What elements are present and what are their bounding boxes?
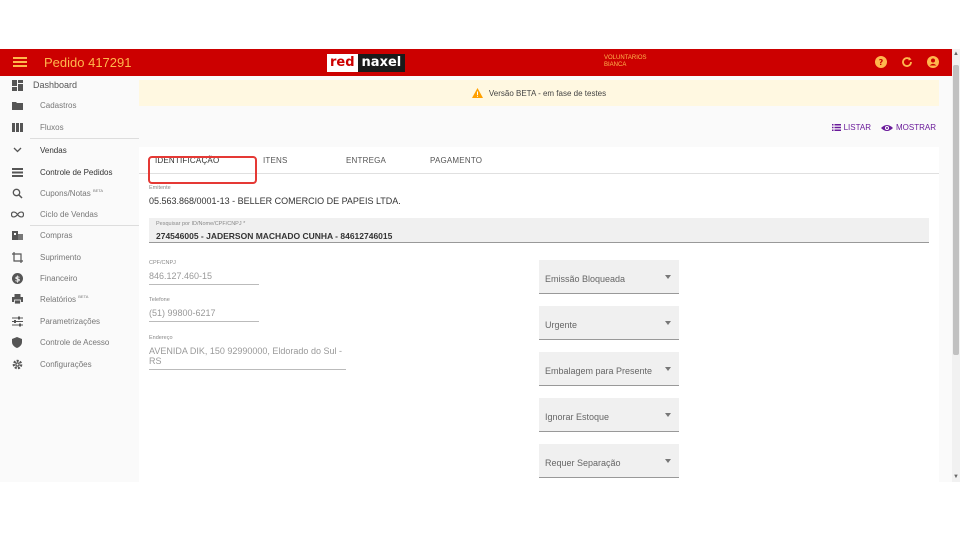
folder-icon — [10, 98, 24, 112]
tab-itens[interactable]: ITENS — [263, 156, 288, 165]
gear-icon — [10, 357, 24, 371]
crop-icon — [10, 250, 24, 264]
account-icon[interactable] — [926, 55, 940, 69]
sidebar-item-parametrizacoes[interactable]: Parametrizações — [0, 312, 139, 330]
user-info: VOLUNTARIOS BIANCA — [604, 55, 647, 68]
refresh-icon[interactable] — [900, 55, 914, 69]
list-button[interactable]: LISTAR — [831, 123, 871, 132]
sidebar: Dashboard Cadastros Fluxos Vendas Contro… — [0, 76, 139, 482]
app-logo: red naxel — [327, 54, 406, 72]
gift-wrap-select[interactable]: Embalagem para Presente — [539, 352, 679, 386]
columns-icon — [10, 120, 24, 134]
emission-blocked-select[interactable]: Emissão Bloqueada — [539, 260, 679, 294]
svg-text:?: ? — [879, 58, 884, 67]
address-field: AVENIDA DIK, 150 92990000, Eldorado do S… — [149, 346, 342, 366]
urgent-select[interactable]: Urgente — [539, 306, 679, 340]
scrollbar[interactable]: ▲ ▼ — [952, 49, 960, 482]
divider — [30, 138, 139, 139]
ignore-stock-select[interactable]: Ignorar Estoque — [539, 398, 679, 432]
app-window: Pedido 417291 red naxel VOLUNTARIOS BIANC… — [0, 49, 960, 482]
scroll-up-icon[interactable]: ▲ — [953, 51, 959, 57]
dropdown-caret-icon — [665, 367, 671, 371]
address-underline — [149, 369, 346, 370]
dashboard-icon — [10, 78, 24, 92]
top-icons: ? — [874, 55, 940, 69]
sidebar-item-vendas[interactable]: Vendas — [0, 141, 139, 159]
sidebar-item-ciclo-de-vendas[interactable]: Ciclo de Vendas — [0, 205, 139, 223]
sliders-icon — [10, 314, 24, 328]
sidebar-item-controle-de-acesso[interactable]: Controle de Acesso — [0, 333, 139, 351]
list-icon — [10, 165, 24, 179]
cpf-label: CPF/CNPJ — [149, 260, 176, 266]
emitente-label: Emitente — [149, 185, 171, 191]
tab-entrega[interactable]: ENTREGA — [346, 156, 386, 165]
sidebar-item-dashboard[interactable]: Dashboard — [0, 76, 139, 94]
address-label: Endereço — [149, 335, 173, 341]
dropdown-caret-icon — [665, 413, 671, 417]
show-button[interactable]: MOSTRAR — [881, 123, 936, 132]
cpf-field: 846.127.460-15 — [149, 271, 213, 281]
sidebar-item-compras[interactable]: Compras — [0, 226, 139, 244]
tab-highlight — [148, 156, 257, 184]
infinity-icon — [10, 207, 24, 221]
scroll-down-icon[interactable]: ▼ — [953, 474, 959, 480]
phone-label: Telefone — [149, 297, 170, 303]
cpf-underline — [149, 284, 259, 285]
view-actions: LISTAR MOSTRAR — [831, 123, 936, 132]
sidebar-item-fluxos[interactable]: Fluxos — [0, 118, 139, 136]
beta-banner: Versão BETA - em fase de testes — [139, 80, 939, 106]
sidebar-item-financeiro[interactable]: $ Financeiro — [0, 269, 139, 287]
page-title: Pedido 417291 — [44, 55, 132, 70]
top-bar: Pedido 417291 red naxel VOLUNTARIOS BIANC… — [0, 49, 952, 76]
list-icon — [831, 124, 841, 131]
phone-underline — [149, 321, 259, 322]
sidebar-item-cadastros[interactable]: Cadastros — [0, 96, 139, 114]
print-icon — [10, 292, 24, 306]
shield-icon — [10, 335, 24, 349]
dropdown-caret-icon — [665, 321, 671, 325]
order-card: IDENTIFICAÇÃO ITENS ENTREGA PAGAMENTO Em… — [139, 147, 939, 482]
dropdown-caret-icon — [665, 459, 671, 463]
help-icon[interactable]: ? — [874, 55, 888, 69]
dollar-icon: $ — [10, 271, 24, 285]
phone-field: (51) 99800-6217 — [149, 308, 216, 318]
building-icon — [10, 228, 24, 242]
scroll-thumb[interactable] — [953, 65, 959, 355]
requires-separation-select[interactable]: Requer Separação — [539, 444, 679, 478]
menu-icon[interactable] — [13, 55, 27, 69]
customer-search-input[interactable]: Pesquisar por ID/Nome/CPF/CNPJ * 2745460… — [149, 218, 929, 243]
main-content: Versão BETA - em fase de testes LISTAR M… — [139, 76, 952, 482]
svg-text:$: $ — [14, 274, 20, 283]
search-value: 274546005 - JADERSON MACHADO CUNHA - 846… — [156, 231, 393, 241]
warning-icon — [471, 88, 483, 98]
tab-bar: IDENTIFICAÇÃO ITENS ENTREGA PAGAMENTO — [139, 147, 939, 184]
sidebar-item-suprimento[interactable]: Suprimento — [0, 248, 139, 266]
sidebar-item-controle-de-pedidos[interactable]: Controle de Pedidos — [0, 163, 139, 181]
chevron-down-icon — [10, 143, 24, 157]
sidebar-item-relatorios[interactable]: Relatórios BETA — [0, 290, 139, 308]
tab-identificacao[interactable]: IDENTIFICAÇÃO — [148, 156, 257, 184]
search-label: Pesquisar por ID/Nome/CPF/CNPJ * — [156, 221, 246, 227]
dropdown-caret-icon — [665, 275, 671, 279]
eye-icon — [881, 124, 893, 131]
sidebar-item-cupons-notas[interactable]: Cupons/Notas BETA — [0, 184, 139, 202]
emitente-value: 05.563.868/0001-13 - BELLER COMERCIO DE … — [149, 196, 401, 206]
tab-pagamento[interactable]: PAGAMENTO — [430, 156, 482, 165]
search-doc-icon — [10, 186, 24, 200]
sidebar-item-configuracoes[interactable]: Configurações — [0, 355, 139, 373]
